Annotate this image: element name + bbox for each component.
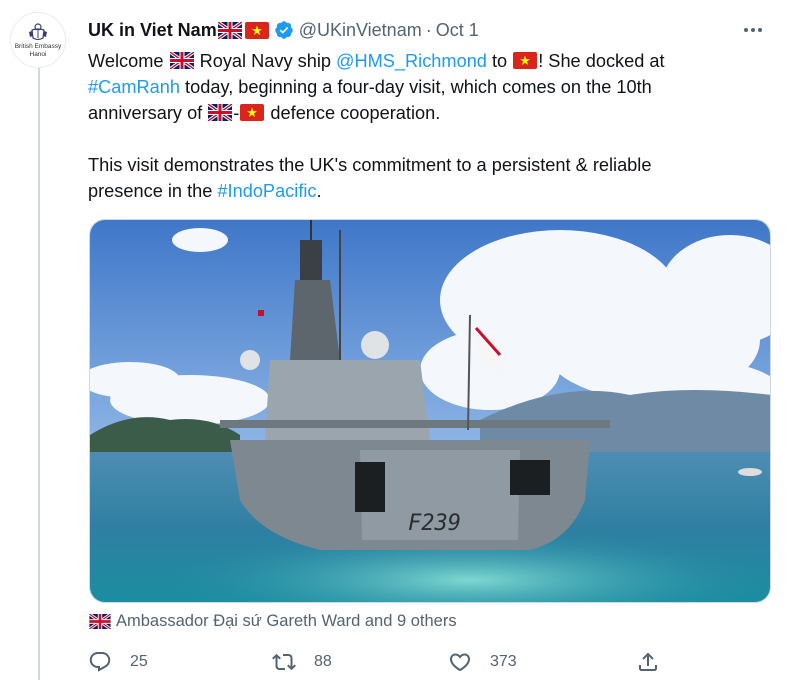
tweet-paragraph-2: This visit demonstrates the UK's commitm… [88, 152, 768, 204]
text-defence: defence cooperation. [265, 103, 441, 123]
hashtag-indopacific-link[interactable]: #IndoPacific [217, 181, 316, 201]
tweet-paragraph-1: Welcome Royal Navy ship @HMS_Richmond to… [88, 48, 768, 126]
user-handle[interactable]: @UKinVietnam [299, 20, 422, 41]
text-visit-line1: This visit demonstrates the UK's commitm… [88, 155, 652, 175]
text-visit-line2: presence in the [88, 181, 218, 201]
share-icon [639, 652, 657, 671]
retweet-count: 88 [314, 653, 332, 670]
tweet-header: UK in Viet Nam @UKinVietnam · Oct 1 [88, 18, 479, 42]
hull-number: F239 [408, 511, 461, 536]
uk-flag-icon [217, 21, 242, 39]
like-button[interactable]: 373 [448, 648, 517, 676]
share-button[interactable] [636, 648, 660, 676]
vietnam-flag-icon [244, 21, 269, 39]
reply-count: 25 [130, 653, 148, 670]
vietnam-flag-icon [513, 51, 538, 69]
retweet-icon [272, 653, 296, 671]
reply-button[interactable]: 25 [88, 648, 148, 676]
hashtag-camranh-link[interactable]: #CamRanh [88, 77, 180, 97]
display-name[interactable]: UK in Viet Nam [88, 20, 217, 41]
verified-badge-icon [274, 21, 293, 39]
mention-link[interactable]: @HMS_Richmond [336, 51, 487, 71]
uk-flag-icon [169, 51, 194, 69]
text-period: . [316, 181, 322, 201]
thread-line [38, 68, 40, 680]
liked-by-row[interactable]: Ambassador Đại sứ Gareth Ward and 9 othe… [89, 611, 457, 631]
avatar[interactable]: British Embassy Hanoi [10, 12, 66, 68]
tweet-text: Welcome Royal Navy ship @HMS_Richmond to… [88, 48, 768, 204]
text-today: today, beginning a four-day visit, which… [180, 77, 652, 97]
ship-photo: F239 [90, 220, 770, 602]
heart-icon [449, 653, 471, 672]
uk-flag-icon [208, 103, 233, 121]
separator-dot: · [425, 19, 432, 40]
like-count: 373 [490, 653, 517, 670]
retweet-button[interactable]: 88 [272, 648, 332, 676]
text-welcome: Welcome [88, 51, 169, 71]
text-royal-navy-ship: Royal Navy ship [194, 51, 337, 71]
more-options-button[interactable] [738, 18, 768, 42]
vietnam-flag-icon [240, 103, 265, 121]
text-anniversary: anniversary of [88, 103, 208, 123]
avatar-caption-line1: British Embassy [14, 43, 62, 50]
text-dash: - [233, 103, 240, 123]
text-docked: ! She docked at [538, 51, 665, 71]
tweet-date[interactable]: Oct 1 [436, 20, 479, 41]
royal-crest-icon [29, 23, 47, 41]
tweet-actions: 25 88 373 [88, 648, 688, 676]
uk-flag-icon [89, 613, 111, 629]
text-to: to [486, 51, 513, 71]
tweet-photo[interactable]: F239 [89, 219, 771, 603]
liked-by-text: Ambassador Đại sứ Gareth Ward and 9 othe… [116, 611, 457, 630]
avatar-caption-line2: Hanoi [29, 51, 47, 58]
more-dots-icon [744, 28, 748, 32]
reply-icon [89, 652, 111, 672]
